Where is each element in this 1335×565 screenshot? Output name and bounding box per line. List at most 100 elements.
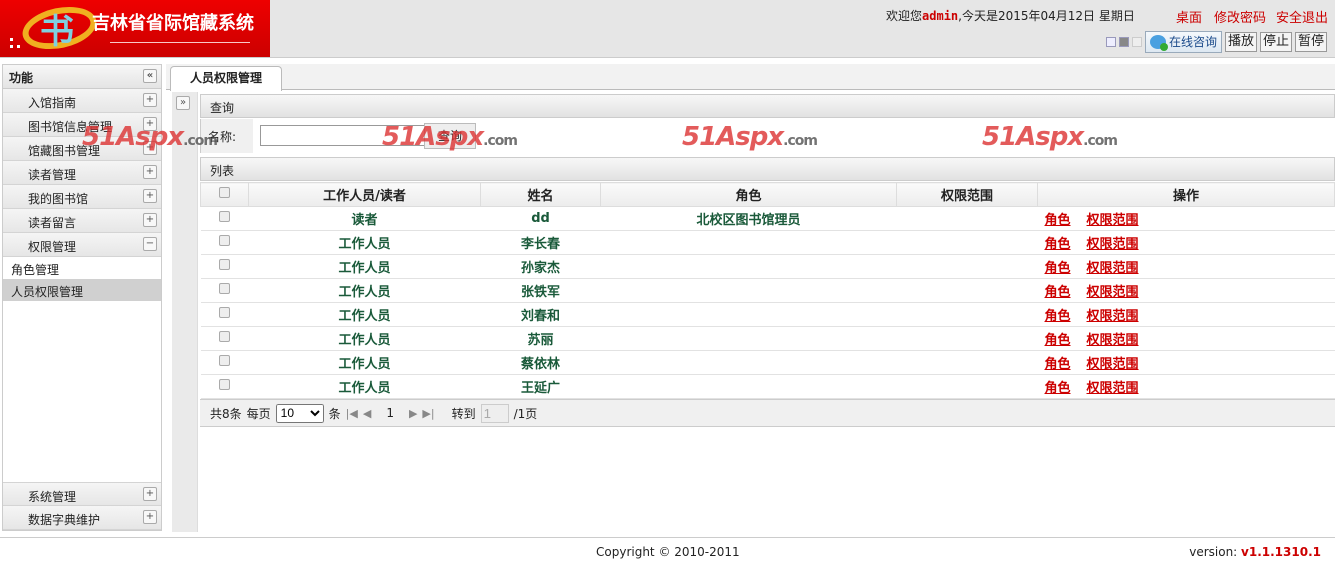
welcome-text: 欢迎您admin,今天是2015年04月12日 星期日 xyxy=(886,9,1135,23)
row-checkbox[interactable] xyxy=(219,355,230,366)
sidebar-group-dictionary[interactable]: 数据字典维护 + xyxy=(3,506,161,530)
plus-icon[interactable]: + xyxy=(143,93,157,107)
collapse-sidebar-icon[interactable]: « xyxy=(143,69,157,83)
table-row: 工作人员 王延广 角色 权限范围 xyxy=(200,374,1335,399)
cell-name: 王延广 xyxy=(480,374,601,399)
list-panel-title: 列表 xyxy=(200,157,1335,181)
row-checkbox[interactable] xyxy=(219,259,230,270)
page-count: /1页 xyxy=(513,406,538,421)
sidebar-item-user-permissions[interactable]: 人员权限管理 xyxy=(3,279,161,301)
scope-link[interactable]: 权限范围 xyxy=(1087,261,1139,276)
online-consult-button[interactable]: 在线咨询 xyxy=(1145,31,1223,53)
scope-link[interactable]: 权限范围 xyxy=(1087,381,1139,396)
plus-icon[interactable]: + xyxy=(143,165,157,179)
role-link[interactable]: 角色 xyxy=(1045,285,1071,300)
stop-button[interactable]: 停止 xyxy=(1260,32,1293,52)
cell-type: 工作人员 xyxy=(248,326,481,351)
total-count: 共8条 xyxy=(210,406,242,421)
cell-scope xyxy=(896,374,1038,399)
cell-role: 北校区图书馆理员 xyxy=(600,206,897,231)
sidebar-item-roles[interactable]: 角色管理 xyxy=(3,257,161,279)
scope-link[interactable]: 权限范围 xyxy=(1087,285,1139,300)
per-page-select[interactable]: 10 xyxy=(275,403,324,423)
logout-link[interactable]: 安全退出 xyxy=(1276,7,1328,26)
role-link[interactable]: 角色 xyxy=(1045,261,1071,276)
role-link[interactable]: 角色 xyxy=(1045,213,1071,228)
cell-name: 孙家杰 xyxy=(480,254,601,279)
change-password-link[interactable]: 修改密码 xyxy=(1214,7,1266,26)
cell-role xyxy=(600,230,897,255)
pagination: 共8条 每页 10 条 |◀ ◀ 1 ▶ ▶| 转到 /1页 xyxy=(200,399,1335,427)
plus-icon[interactable]: + xyxy=(143,213,157,227)
cell-actions: 角色 权限范围 xyxy=(1037,326,1335,351)
cell-actions: 角色 权限范围 xyxy=(1037,302,1335,327)
select-all-checkbox[interactable] xyxy=(219,187,230,198)
sidebar-group-messages[interactable]: 读者留言 + xyxy=(3,209,161,233)
watermark: 51Aspx.com xyxy=(82,122,218,152)
cell-type: 工作人员 xyxy=(248,230,481,255)
copyright: Copyright © 2010-2011 xyxy=(596,545,740,559)
cell-type: 工作人员 xyxy=(248,302,481,327)
minus-icon[interactable]: − xyxy=(143,237,157,251)
cell-role xyxy=(600,374,897,399)
role-link[interactable]: 角色 xyxy=(1045,357,1071,372)
col-actions: 操作 xyxy=(1037,182,1335,207)
version: version: v1.1.1310.1 xyxy=(1189,545,1321,559)
plus-icon[interactable]: + xyxy=(143,510,157,524)
sidebar-group-guide[interactable]: 入馆指南 + xyxy=(3,89,161,113)
sidebar-group-readers[interactable]: 读者管理 + xyxy=(3,161,161,185)
row-checkbox[interactable] xyxy=(219,331,230,342)
cell-scope xyxy=(896,278,1038,303)
expand-icon[interactable]: » xyxy=(176,96,190,110)
row-checkbox[interactable] xyxy=(219,379,230,390)
col-scope: 权限范围 xyxy=(896,182,1038,207)
role-link[interactable]: 角色 xyxy=(1045,333,1071,348)
desktop-link[interactable]: 桌面 xyxy=(1176,7,1202,26)
table-row: 工作人员 刘春和 角色 权限范围 xyxy=(200,302,1335,327)
cell-scope xyxy=(896,254,1038,279)
table-row: 工作人员 蔡依林 角色 权限范围 xyxy=(200,350,1335,375)
goto-page-input[interactable] xyxy=(480,403,509,423)
pause-button[interactable]: 暂停 xyxy=(1295,32,1328,52)
tab-user-permissions[interactable]: 人员权限管理 xyxy=(170,66,282,91)
sidebar-group-permissions[interactable]: 权限管理 − xyxy=(3,233,161,257)
row-checkbox[interactable] xyxy=(219,211,230,222)
first-page-icon[interactable]: |◀ xyxy=(346,407,358,420)
table-row: 工作人员 李长春 角色 权限范围 xyxy=(200,230,1335,255)
theme-light-swatch[interactable] xyxy=(1132,37,1142,47)
next-page-icon[interactable]: ▶ xyxy=(409,407,417,420)
cell-type: 读者 xyxy=(248,206,481,231)
row-checkbox[interactable] xyxy=(219,235,230,246)
prev-page-icon[interactable]: ◀ xyxy=(363,407,371,420)
cell-actions: 角色 权限范围 xyxy=(1037,374,1335,399)
role-link[interactable]: 角色 xyxy=(1045,237,1071,252)
play-button[interactable]: 播放 xyxy=(1225,32,1258,52)
cell-scope xyxy=(896,206,1038,231)
role-link[interactable]: 角色 xyxy=(1045,309,1071,324)
row-checkbox[interactable] xyxy=(219,307,230,318)
cell-name: dd xyxy=(480,206,601,231)
role-link[interactable]: 角色 xyxy=(1045,381,1071,396)
cell-type: 工作人员 xyxy=(248,350,481,375)
scope-link[interactable]: 权限范围 xyxy=(1087,309,1139,324)
cell-name: 蔡依林 xyxy=(480,350,601,375)
table-row: 工作人员 张铁军 角色 权限范围 xyxy=(200,278,1335,303)
scope-link[interactable]: 权限范围 xyxy=(1087,357,1139,372)
sidebar-group-system[interactable]: 系统管理 + xyxy=(3,482,161,506)
theme-blue-swatch[interactable] xyxy=(1106,37,1116,47)
plus-icon[interactable]: + xyxy=(143,189,157,203)
scope-link[interactable]: 权限范围 xyxy=(1087,237,1139,252)
last-page-icon[interactable]: ▶| xyxy=(422,407,434,420)
table-row: 读者 dd 北校区图书馆理员 角色 权限范围 xyxy=(200,206,1335,231)
cell-actions: 角色 权限范围 xyxy=(1037,350,1335,375)
scope-link[interactable]: 权限范围 xyxy=(1087,333,1139,348)
sidebar-group-my-library[interactable]: 我的图书馆 + xyxy=(3,185,161,209)
row-checkbox[interactable] xyxy=(219,283,230,294)
scope-link[interactable]: 权限范围 xyxy=(1087,213,1139,228)
cell-role xyxy=(600,350,897,375)
plus-icon[interactable]: + xyxy=(143,487,157,501)
theme-gray-swatch[interactable] xyxy=(1119,37,1129,47)
cell-actions: 角色 权限范围 xyxy=(1037,254,1335,279)
cell-scope xyxy=(896,230,1038,255)
cell-type: 工作人员 xyxy=(248,254,481,279)
